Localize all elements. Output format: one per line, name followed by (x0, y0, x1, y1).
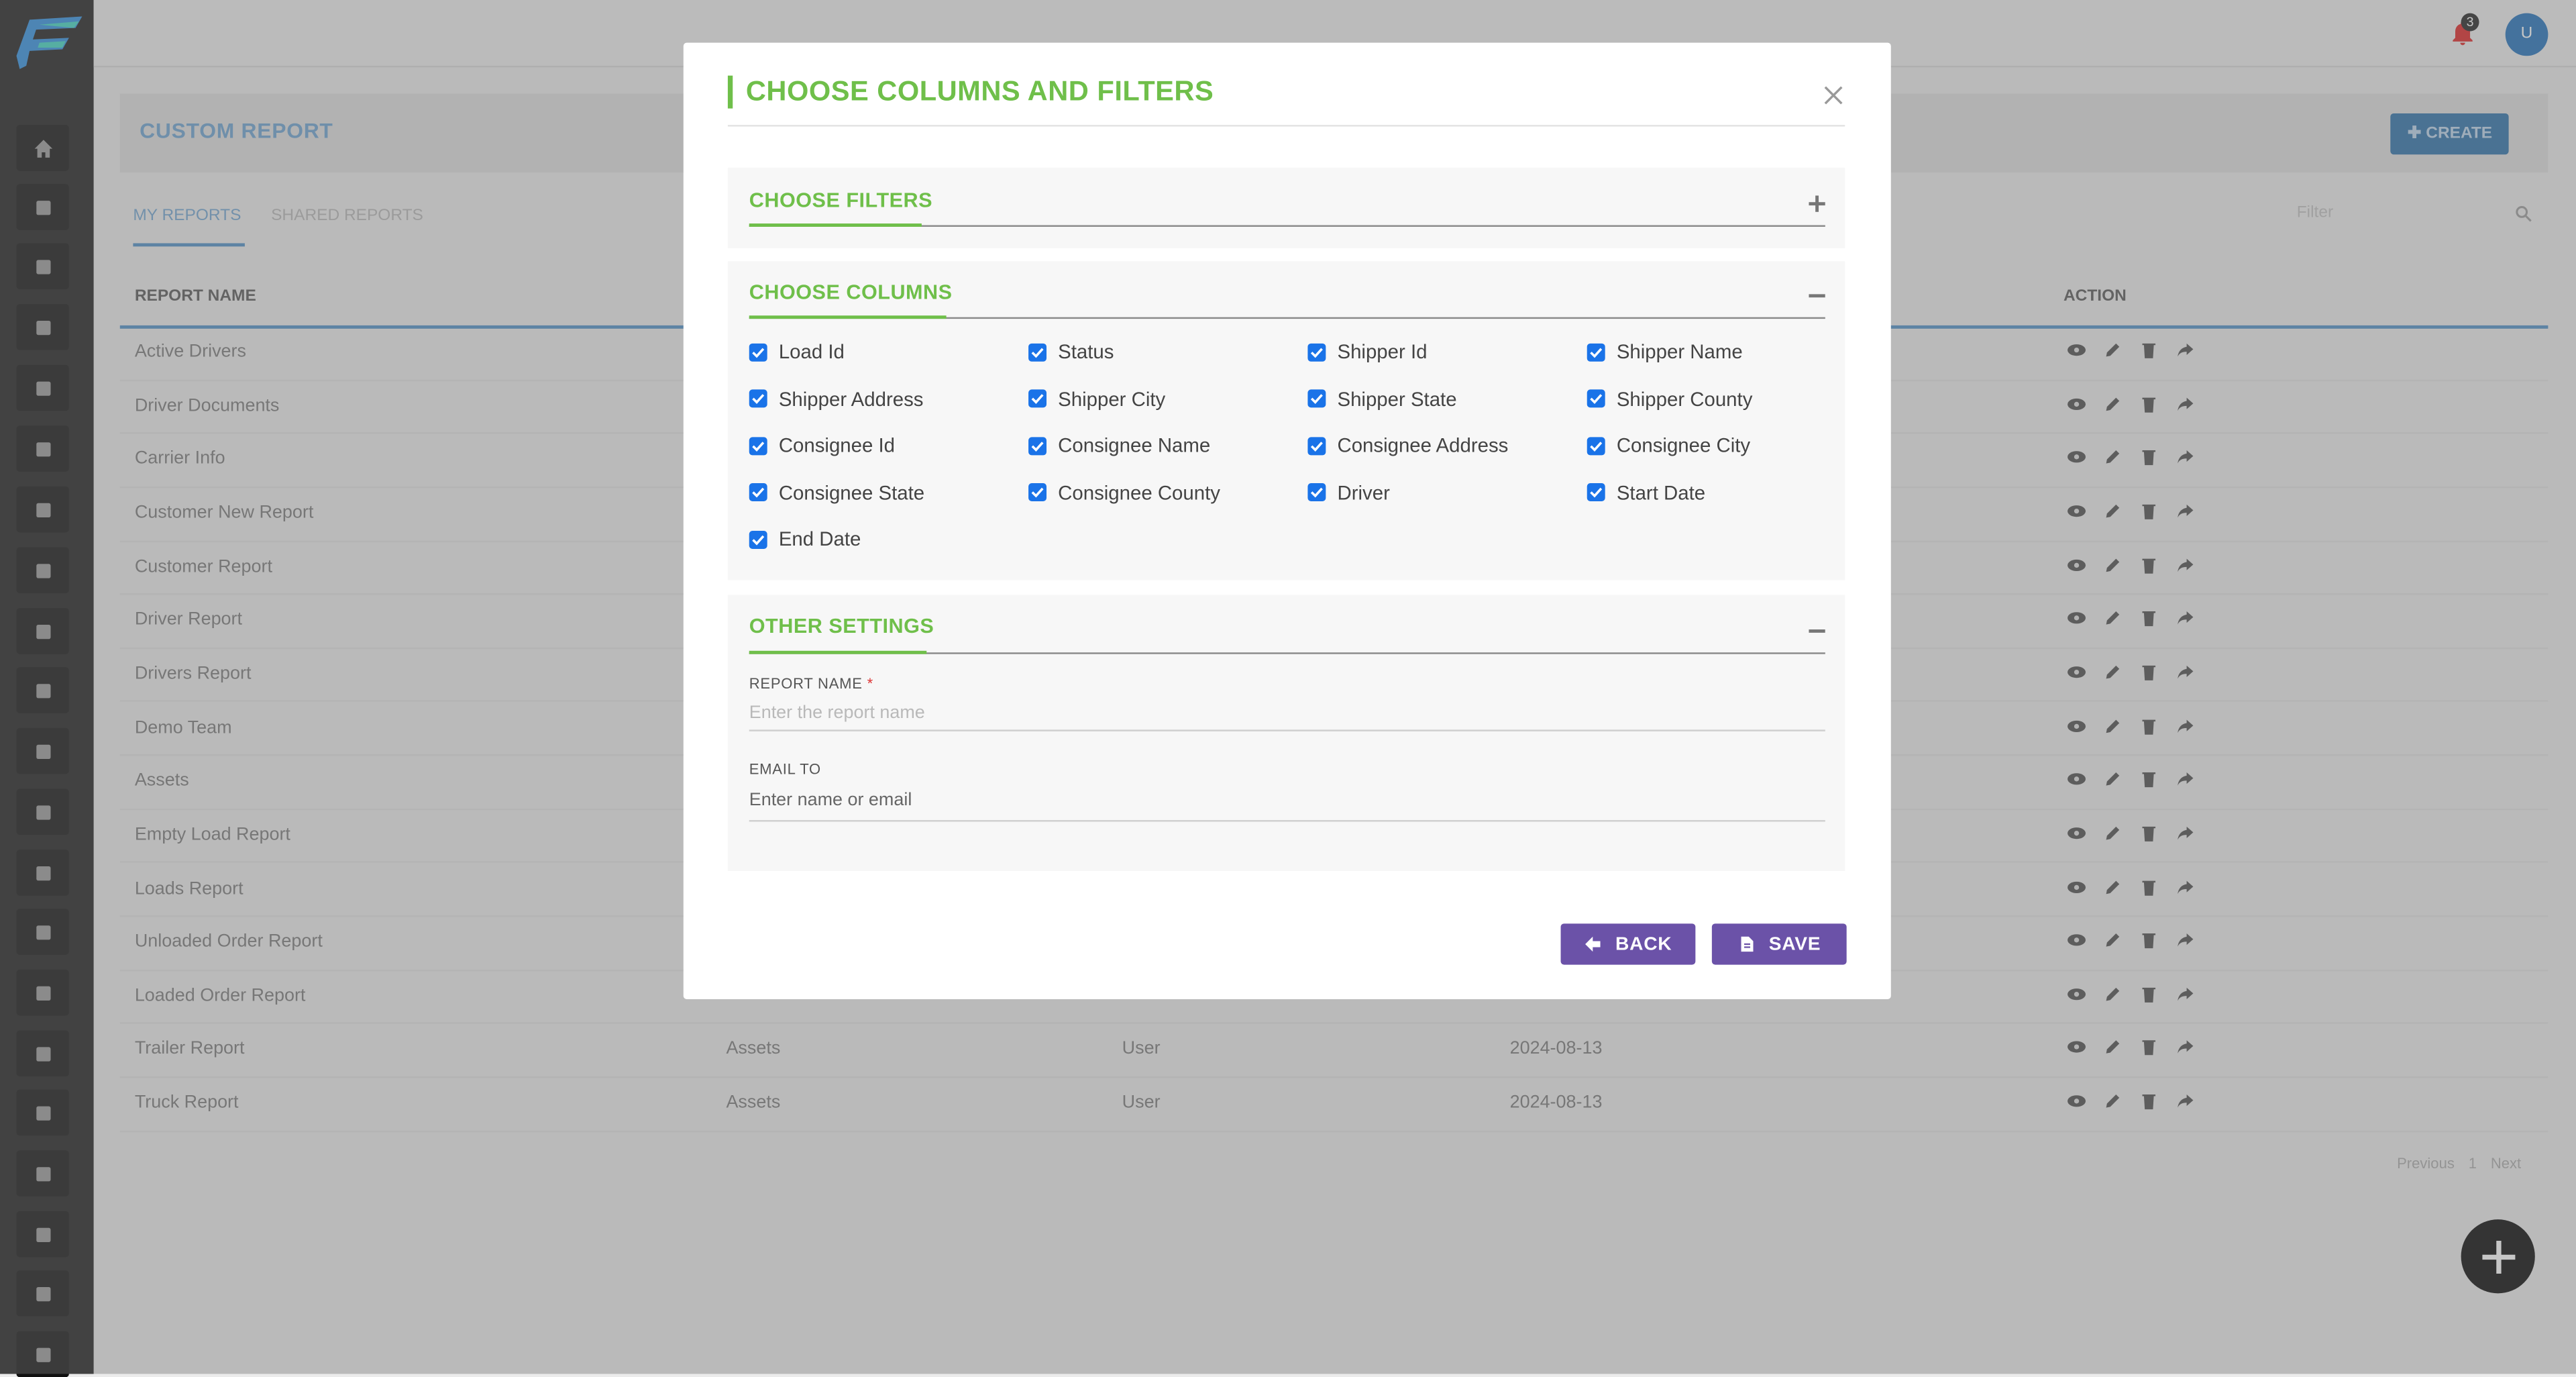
back-button-label: BACK (1615, 934, 1672, 954)
checkbox-checked[interactable] (749, 389, 767, 408)
checkbox-label: Shipper State (1337, 387, 1457, 411)
checkbox-label: Consignee Id (778, 434, 896, 458)
column-checkbox-start-date[interactable]: Start Date (1587, 481, 1705, 504)
column-checkbox-consignee-id[interactable]: Consignee Id (749, 434, 895, 457)
column-checkbox-load-id[interactable]: Load Id (749, 340, 845, 363)
check-icon (1590, 488, 1603, 499)
email-to-input[interactable]: Enter name or email (749, 790, 1825, 822)
check-icon (1310, 394, 1323, 405)
choose-filters-section: CHOOSE FILTERS (727, 167, 1845, 248)
arrow-left-icon (1585, 936, 1601, 952)
modal-title: CHOOSE COLUMNS AND FILTERS (727, 75, 1214, 109)
check-icon (752, 347, 765, 358)
other-settings-title[interactable]: OTHER SETTINGS (749, 615, 934, 638)
choose-columns-title[interactable]: CHOOSE COLUMNS (749, 281, 953, 304)
check-icon (1031, 394, 1044, 405)
checkbox-checked[interactable] (1307, 342, 1326, 361)
email-to-label: EMAIL TO (749, 760, 821, 778)
check-icon (752, 535, 765, 546)
column-checkbox-consignee-county[interactable]: Consignee County (1028, 481, 1220, 504)
divider (727, 125, 1845, 127)
choose-filters-title[interactable]: CHOOSE FILTERS (749, 189, 932, 212)
column-checkbox-end-date[interactable]: End Date (749, 528, 861, 551)
checkbox-label: End Date (778, 528, 861, 552)
report-name-label: REPORT NAME * (749, 676, 873, 692)
check-icon (1590, 394, 1603, 405)
column-checkbox-shipper-county[interactable]: Shipper County (1587, 387, 1753, 411)
choose-columns-section: CHOOSE COLUMNS Load Id Status Shipper Id Sh… (727, 261, 1845, 580)
checkbox-label: Consignee Name (1058, 434, 1211, 458)
check-icon (752, 441, 765, 452)
check-icon (1031, 441, 1044, 452)
checkbox-checked[interactable] (1307, 483, 1326, 502)
checkbox-checked[interactable] (1028, 342, 1047, 361)
checkbox-label: Start Date (1616, 481, 1706, 505)
section-title-underline (749, 315, 947, 319)
checkbox-label: Shipper City (1058, 387, 1166, 411)
checkbox-label: Consignee State (778, 481, 925, 505)
save-button[interactable]: SAVE (1711, 923, 1847, 965)
check-icon (1590, 347, 1603, 358)
checkbox-checked[interactable] (1587, 436, 1605, 455)
column-checkbox-shipper-name[interactable]: Shipper Name (1587, 340, 1743, 363)
checkbox-checked[interactable] (1587, 342, 1605, 361)
column-checkbox-shipper-address[interactable]: Shipper Address (749, 387, 924, 411)
save-button-label: SAVE (1768, 934, 1821, 954)
checkbox-checked[interactable] (1028, 483, 1047, 502)
checkbox-checked[interactable] (1587, 483, 1605, 502)
checkbox-checked[interactable] (1028, 436, 1047, 455)
checkbox-label: Shipper County (1616, 387, 1753, 411)
minus-icon[interactable] (1809, 288, 1825, 304)
other-settings-section: OTHER SETTINGS REPORT NAME * Enter the r… (727, 595, 1845, 871)
checkbox-label: Driver (1337, 481, 1390, 505)
checkbox-label: Consignee County (1058, 481, 1220, 505)
minus-icon[interactable] (1809, 623, 1825, 639)
column-checkbox-shipper-state[interactable]: Shipper State (1307, 387, 1457, 411)
checkbox-checked[interactable] (749, 483, 767, 502)
checkbox-checked[interactable] (1028, 389, 1047, 408)
check-icon (1310, 347, 1323, 358)
required-mark: * (867, 675, 873, 693)
check-icon (752, 488, 765, 499)
report-name-label-text: REPORT NAME (749, 675, 863, 693)
check-icon (1310, 441, 1323, 452)
section-title-underline (749, 223, 922, 227)
checkbox-checked[interactable] (749, 436, 767, 455)
check-icon (1031, 347, 1044, 358)
check-icon (1590, 441, 1603, 452)
checkbox-label: Load Id (778, 340, 845, 364)
close-icon[interactable] (1822, 84, 1845, 107)
back-button[interactable]: BACK (1560, 923, 1696, 965)
plus-icon[interactable] (1809, 195, 1825, 212)
checkbox-label: Shipper Id (1337, 340, 1428, 364)
checkbox-label: Consignee City (1616, 434, 1751, 458)
checkbox-checked[interactable] (749, 530, 767, 549)
file-icon (1740, 936, 1753, 952)
column-checkbox-driver[interactable]: Driver (1307, 481, 1390, 505)
checkbox-label: Status (1058, 340, 1114, 364)
checkbox-label: Shipper Name (1616, 340, 1743, 364)
column-checkbox-consignee-address[interactable]: Consignee Address (1307, 434, 1508, 457)
column-checkbox-consignee-name[interactable]: Consignee Name (1028, 434, 1210, 457)
checkbox-checked[interactable] (749, 342, 767, 361)
section-title-underline (749, 650, 927, 654)
column-checkbox-status[interactable]: Status (1028, 340, 1114, 363)
checkbox-checked[interactable] (1587, 389, 1605, 408)
checkbox-checked[interactable] (1307, 389, 1326, 408)
column-checkbox-consignee-city[interactable]: Consignee City (1587, 434, 1750, 457)
column-checkbox-shipper-city[interactable]: Shipper City (1028, 387, 1165, 410)
column-checkbox-consignee-state[interactable]: Consignee State (749, 481, 924, 504)
checkbox-label: Shipper Address (778, 387, 924, 411)
column-checkbox-shipper-id[interactable]: Shipper Id (1307, 340, 1427, 363)
check-icon (1031, 488, 1044, 499)
checkbox-checked[interactable] (1307, 436, 1326, 455)
report-name-input[interactable]: Enter the report name (749, 703, 1825, 731)
check-icon (1310, 488, 1323, 499)
checkbox-label: Consignee Address (1337, 434, 1509, 458)
check-icon (752, 394, 765, 405)
columns-filters-modal: CHOOSE COLUMNS AND FILTERS CHOOSE FILTER… (683, 42, 1891, 999)
